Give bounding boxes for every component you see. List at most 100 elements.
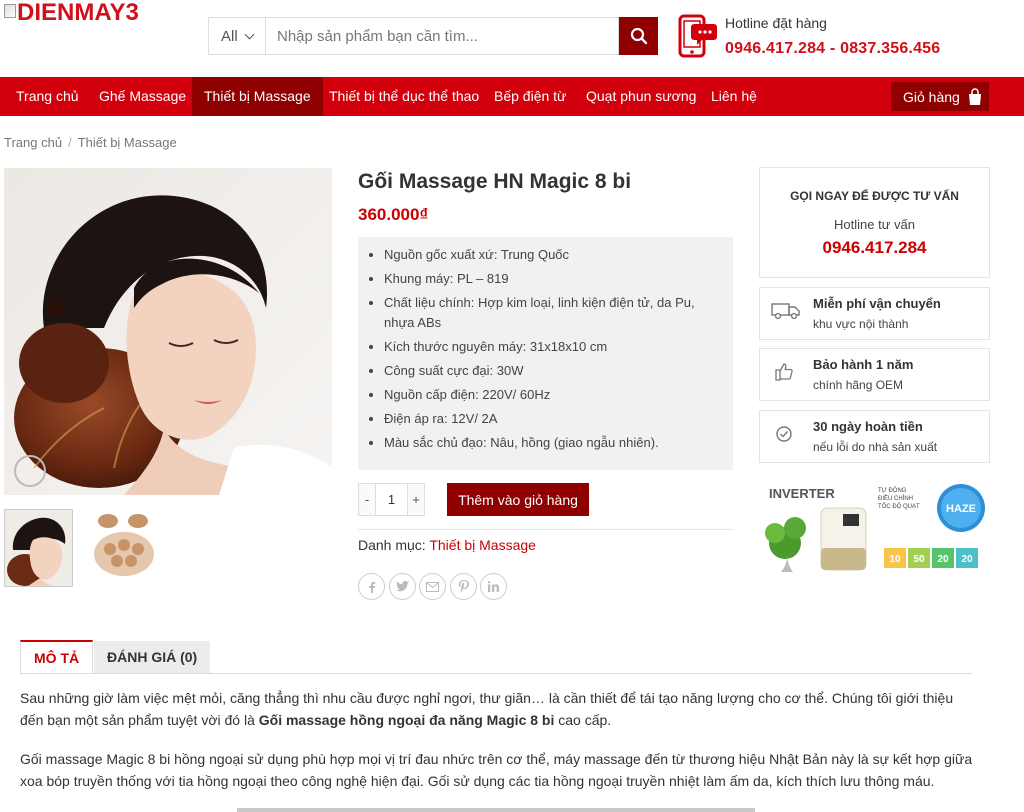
product-specs: Nguồn gốc xuất xứ: Trung Quốc Khung máy:… [358, 237, 733, 470]
main-nav: Trang chủ Ghế Massage Thiết bị Massage T… [0, 77, 1024, 116]
qty-minus-button[interactable]: - [358, 483, 376, 516]
facebook-icon [368, 581, 375, 593]
search-icon [630, 27, 647, 45]
linkedin-icon [488, 581, 499, 592]
feature-warranty: Bảo hành 1 năm chính hãng OEM [759, 348, 990, 401]
logo-text: DIENMAY3 [17, 0, 139, 26]
email-icon [426, 581, 439, 592]
feature-free-shipping: Miễn phí vận chuyển khu vực nội thành [759, 287, 990, 340]
promo-banner[interactable]: INVERTER TỰ ĐỘNG ĐIỀU CHỈNH TỐC ĐỘ QUẠT … [763, 478, 990, 578]
category-label: Danh mục: [358, 537, 426, 553]
nav-item-contact[interactable]: Liên hệ [699, 77, 769, 116]
banner-mode-4: 20 [961, 554, 973, 565]
product-main-image[interactable] [4, 168, 332, 495]
product-price: 360.000₫ [358, 205, 429, 224]
feature-title: 30 ngày hoàn tiền [813, 419, 923, 434]
product-category: Danh mục: Thiết bị Massage [358, 537, 536, 553]
description-paragraph-1: Sau những giờ làm việc mệt mỏi, căng thẳ… [20, 687, 980, 731]
banner-graphic: INVERTER TỰ ĐỘNG ĐIỀU CHỈNH TỐC ĐỘ QUẠT … [763, 478, 990, 578]
search-category-value: All [221, 27, 238, 45]
feature-subtitle: chính hãng OEM [813, 378, 904, 392]
banner-inverter-text: INVERTER [769, 486, 835, 501]
spec-item: Chất liệu chính: Hợp kim loại, linh kiện… [384, 293, 721, 333]
banner-mode-3: 20 [937, 554, 949, 565]
share-twitter-button[interactable] [389, 573, 416, 600]
nav-item-massage-chair[interactable]: Ghế Massage [87, 77, 198, 116]
search-button[interactable] [619, 17, 658, 55]
thumbnail-photo [88, 509, 157, 587]
quantity-stepper: - 1 + [358, 483, 425, 516]
content-image-placeholder [237, 808, 755, 812]
spec-item: Công suất cực đại: 30W [384, 361, 721, 381]
breadcrumb-home[interactable]: Trang chủ [4, 135, 62, 150]
share-facebook-button[interactable] [358, 573, 385, 600]
thumbnail-photo [5, 510, 72, 586]
hotline-label: Hotline đặt hàng [725, 15, 827, 31]
banner-mode-1: 10 [889, 554, 901, 565]
consult-box: GỌI NGAY ĐỂ ĐƯỢC TƯ VẤN Hotline tư vấn 0… [759, 167, 990, 278]
spec-item: Khung máy: PL – 819 [384, 269, 721, 289]
hotline-numbers[interactable]: 0946.417.284 - 0837.356.456 [725, 40, 940, 58]
cart-button[interactable]: Giỏ hàng [891, 82, 989, 111]
product-photo [4, 168, 332, 495]
spec-item: Màu sắc chủ đạo: Nâu, hồng (giao ngẫu nh… [384, 433, 721, 453]
banner-line2: ĐIỀU CHỈNH [878, 495, 913, 502]
twitter-icon [396, 581, 409, 592]
description-text: cao cấp. [554, 712, 612, 728]
banner-line1: TỰ ĐỘNG [878, 487, 907, 494]
tab-divider [20, 673, 972, 674]
feature-title: Bảo hành 1 năm [813, 357, 914, 372]
feature-title: Miễn phí vận chuyển [813, 296, 941, 311]
breadcrumb-category[interactable]: Thiết bị Massage [78, 135, 177, 150]
nav-item-massage-device[interactable]: Thiết bị Massage [192, 77, 323, 116]
site-logo[interactable]: DIENMAY3 [4, 0, 139, 30]
consult-number[interactable]: 0946.417.284 [760, 238, 989, 258]
search-category-select[interactable]: All [208, 17, 265, 55]
broken-image-icon [4, 4, 16, 18]
nav-item-home[interactable]: Trang chủ [4, 77, 91, 116]
shopping-bag-icon [968, 87, 981, 105]
search-bar: All [208, 17, 658, 55]
truck-icon [771, 303, 800, 320]
tab-reviews[interactable]: ĐÁNH GIÁ (0) [94, 641, 211, 673]
nav-item-induction-cooker[interactable]: Bếp điện từ [482, 77, 578, 116]
feature-subtitle: khu vực nội thành [813, 317, 909, 331]
nav-item-mist-fan[interactable]: Quạt phun sương [574, 77, 708, 116]
chevron-down-icon [244, 29, 255, 39]
description-paragraph-2: Gối massage Magic 8 bi hồng ngoại sử dụn… [20, 751, 973, 789]
nav-item-fitness[interactable]: Thiết bị thể dục thể thao [317, 77, 491, 116]
breadcrumb: Trang chủ / Thiết bị Massage [4, 135, 177, 150]
share-email-button[interactable] [419, 573, 446, 600]
phone-icon [678, 14, 717, 58]
spec-item: Nguồn gốc xuất xứ: Trung Quốc [384, 245, 721, 265]
product-thumbnail-2[interactable] [88, 509, 157, 587]
search-input[interactable] [265, 17, 619, 55]
feature-refund: 30 ngày hoàn tiền nếu lỗi do nhà sản xuấ… [759, 410, 990, 463]
category-link[interactable]: Thiết bị Massage [429, 537, 536, 553]
banner-haze-text: HAZE [946, 503, 976, 515]
divider [358, 529, 733, 530]
feature-subtitle: nếu lỗi do nhà sản xuất [813, 440, 938, 454]
banner-mode-2: 50 [913, 554, 925, 565]
pinterest-icon [458, 580, 469, 593]
cart-label: Giỏ hàng [903, 88, 960, 105]
product-thumbnail-1[interactable] [4, 509, 73, 587]
banner-line3: TỐC ĐỘ QUẠT [878, 503, 920, 510]
share-linkedin-button[interactable] [480, 573, 507, 600]
consult-subtitle: Hotline tư vấn [834, 217, 915, 232]
product-title: Gối Massage HN Magic 8 bi [358, 170, 632, 193]
qty-input[interactable]: 1 [376, 483, 407, 516]
description-bold-text: Gối massage hồng ngoại đa năng Magic 8 b… [258, 712, 555, 728]
breadcrumb-separator: / [68, 135, 72, 150]
thumbs-up-icon [775, 363, 793, 381]
consult-title: GỌI NGAY ĐỂ ĐƯỢC TƯ VẤN [790, 189, 959, 203]
spec-item: Kích thước nguyên máy: 31x18x10 cm [384, 337, 721, 357]
add-to-cart-button[interactable]: Thêm vào giỏ hàng [447, 483, 589, 516]
zoom-icon[interactable] [14, 455, 46, 487]
share-pinterest-button[interactable] [450, 573, 477, 600]
spec-item: Điện áp ra: 12V/ 2A [384, 409, 721, 429]
spec-item: Nguồn cấp điện: 220V/ 60Hz [384, 385, 721, 405]
tab-description[interactable]: MÔ TẢ [20, 640, 94, 673]
qty-plus-button[interactable]: + [407, 483, 425, 516]
check-circle-icon [776, 426, 792, 442]
